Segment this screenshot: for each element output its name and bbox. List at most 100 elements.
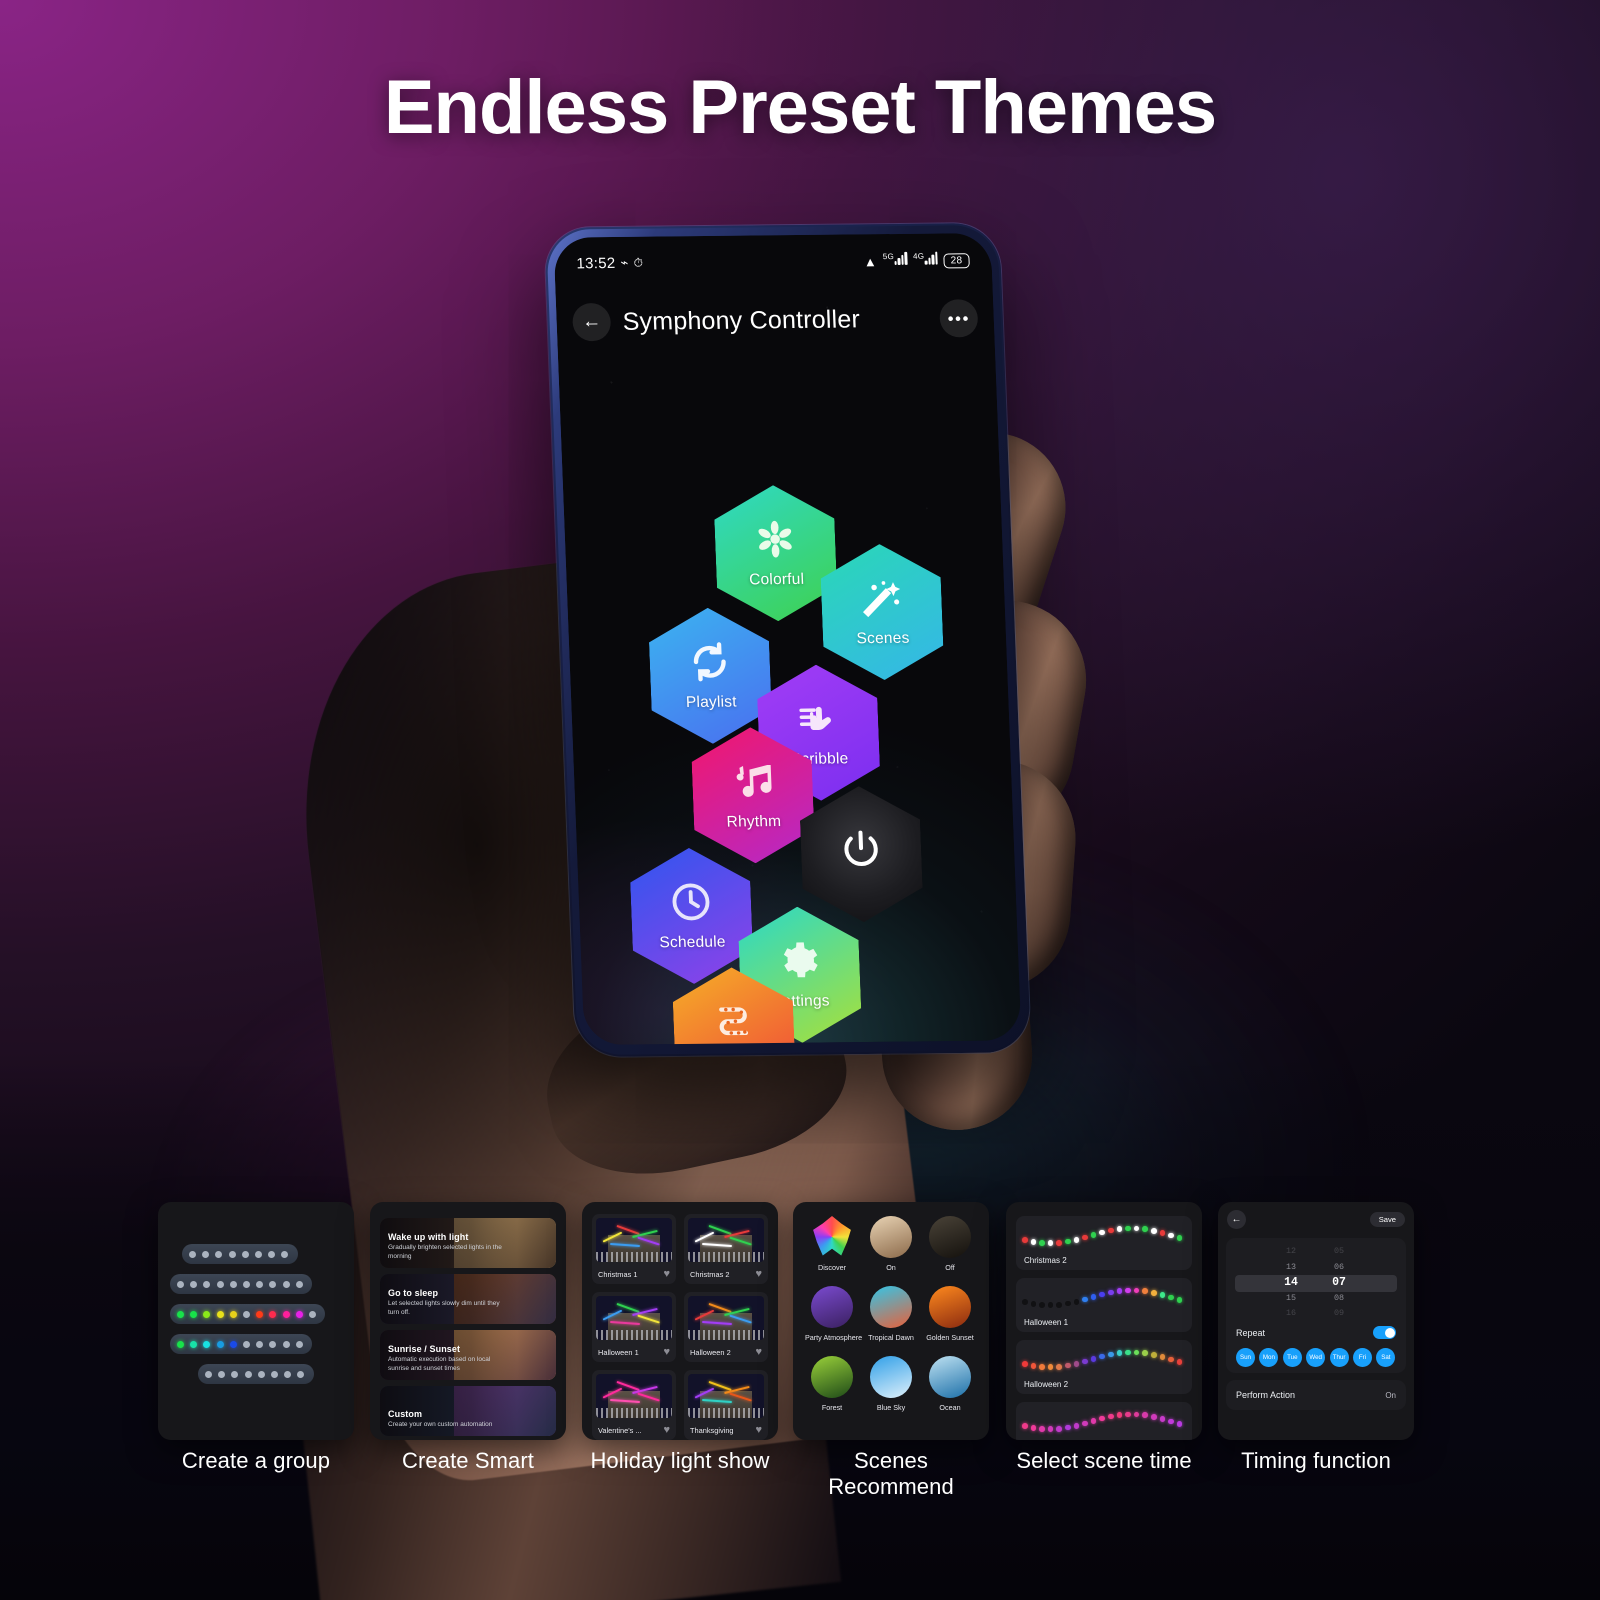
gallery-card-group[interactable] (158, 1202, 354, 1440)
hex-tile-playlist[interactable]: Playlist (648, 607, 773, 744)
picker-item[interactable]: 16 (1274, 1306, 1308, 1322)
led-strip-row[interactable] (170, 1274, 312, 1294)
hex-tile-power[interactable] (799, 786, 924, 923)
scene-item[interactable]: Golden Sunset (923, 1286, 977, 1342)
scene-item[interactable]: On (864, 1216, 918, 1272)
led-dot (1047, 1364, 1054, 1371)
hex-tile-scenes[interactable]: Scenes (819, 543, 944, 680)
picker-item[interactable]: 14 (1274, 1275, 1308, 1291)
heart-icon[interactable]: ♥ (663, 1268, 670, 1280)
led-dot (268, 1250, 276, 1258)
day-chip-wed[interactable]: Wed (1306, 1348, 1326, 1367)
more-options-icon[interactable]: ••• (939, 299, 979, 338)
page-title-appbar: Symphony Controller (622, 304, 861, 336)
hexagon-tile-grid: Colorful Scenes Playlist Scribble Rhythm Sche… (558, 353, 1022, 1045)
feature-gallery: Create a group Wake up with light Graduall… (0, 1180, 1600, 1600)
wifi-icon: ▲ (863, 253, 878, 269)
gallery-card-smart[interactable]: Wake up with light Gradually brighten sel… (370, 1202, 566, 1440)
smart-automation-row[interactable]: Go to sleep Let selected lights slowly di… (380, 1274, 556, 1324)
led-strip-row[interactable] (170, 1304, 326, 1324)
hex-tile-label: Rhythm (726, 813, 782, 831)
scene-item[interactable]: Party Atmosphere (805, 1286, 863, 1342)
led-dot (1039, 1364, 1045, 1370)
led-dot (1030, 1301, 1037, 1307)
led-dot (1065, 1238, 1071, 1245)
holiday-scene-tile[interactable]: Valentine's ... ♥ (592, 1370, 676, 1440)
gallery-card-holiday[interactable]: Christmas 1 ♥ Christmas 2 ♥ Halloween 1 ♥ Hall… (582, 1202, 778, 1440)
gear-icon (776, 939, 822, 993)
gallery-card-scenes[interactable]: Discover On Off Party Atmosphere Tropical Da… (793, 1202, 989, 1440)
app-bar: ← Symphony Controller ••• (555, 285, 995, 356)
day-chip-mon[interactable]: Mon (1259, 1348, 1279, 1367)
heart-icon[interactable]: ♥ (663, 1346, 670, 1358)
led-strip-row[interactable] (170, 1334, 312, 1354)
led-dot (1168, 1356, 1174, 1363)
led-strip-icon (711, 999, 757, 1045)
led-dot (1065, 1300, 1071, 1307)
led-dot (1056, 1426, 1062, 1432)
perform-action-row[interactable]: Perform Action On (1226, 1380, 1406, 1410)
led-dot (284, 1370, 292, 1378)
minute-picker-column[interactable]: 05 06 07 08 09 (1322, 1244, 1356, 1322)
holiday-scene-tile[interactable]: Christmas 2 ♥ (684, 1214, 768, 1284)
hex-tile-schedule[interactable]: Schedule (629, 847, 754, 984)
picker-item[interactable]: 08 (1322, 1291, 1356, 1307)
day-chip-thur[interactable]: Thur (1329, 1348, 1349, 1367)
scene-item[interactable]: Forest (805, 1356, 859, 1412)
scene-item[interactable]: Off (923, 1216, 977, 1272)
holiday-scene-tile[interactable]: Halloween 2 ♥ (684, 1292, 768, 1362)
picker-item[interactable]: 06 (1322, 1260, 1356, 1276)
smart-automation-row[interactable]: Sunrise / Sunset Automatic execution base… (380, 1330, 556, 1380)
save-button[interactable]: Save (1369, 1211, 1405, 1227)
led-dot (308, 1310, 316, 1318)
scene-time-row[interactable]: Halloween 1 (1016, 1278, 1192, 1332)
gallery-card-scenetime[interactable]: Christmas 2 Halloween 1 Halloween 2 (1006, 1202, 1202, 1440)
picker-item[interactable]: 05 (1322, 1244, 1356, 1260)
holiday-scene-tile[interactable]: Thanksgiving ♥ (684, 1370, 768, 1440)
scene-time-label: Halloween 2 (1024, 1380, 1069, 1389)
scene-item[interactable]: Ocean (923, 1356, 977, 1412)
day-chip-sat[interactable]: Sat (1376, 1348, 1396, 1367)
day-chip-sun[interactable]: Sun (1236, 1348, 1255, 1367)
hex-tile-label: Schedule (659, 933, 726, 952)
heart-icon[interactable]: ♥ (755, 1424, 762, 1436)
scene-item[interactable]: Blue Sky (864, 1356, 918, 1412)
picker-item[interactable]: 13 (1274, 1260, 1308, 1276)
scene-item[interactable]: Tropical Dawn (864, 1286, 918, 1342)
picker-item[interactable]: 15 (1274, 1291, 1308, 1307)
holiday-scene-tile[interactable]: Halloween 1 ♥ (592, 1292, 676, 1362)
led-strip-row[interactable] (182, 1244, 298, 1264)
picker-item[interactable]: 09 (1322, 1306, 1356, 1322)
repeat-toggle[interactable] (1373, 1326, 1396, 1339)
scene-time-row[interactable]: Christmas 2 (1016, 1216, 1192, 1270)
holiday-scene-tile[interactable]: Christmas 1 ♥ (592, 1214, 676, 1284)
led-dot (295, 1280, 303, 1288)
heart-icon[interactable]: ♥ (755, 1346, 762, 1358)
led-dot (1168, 1418, 1174, 1425)
scene-item[interactable]: Discover (805, 1216, 859, 1272)
heart-icon[interactable]: ♥ (663, 1424, 670, 1436)
smart-automation-row[interactable]: Wake up with light Gradually brighten sel… (380, 1218, 556, 1268)
led-dot (1133, 1411, 1140, 1418)
led-dot (216, 1340, 224, 1348)
picker-item[interactable]: 07 (1322, 1275, 1356, 1291)
picker-item[interactable]: 12 (1274, 1244, 1308, 1260)
led-dot (1039, 1240, 1045, 1246)
back-arrow-icon[interactable]: ← (571, 302, 612, 342)
day-chip-fri[interactable]: Fri (1353, 1348, 1372, 1367)
day-chip-tue[interactable]: Tue (1282, 1348, 1302, 1367)
scene-time-row[interactable] (1016, 1402, 1192, 1440)
heart-icon[interactable]: ♥ (755, 1268, 762, 1280)
led-strip-row[interactable] (198, 1364, 314, 1384)
hex-tile-label: Scenes (856, 629, 910, 648)
hex-tile-label: Colorful (748, 570, 805, 589)
hex-tile-colorful[interactable]: Colorful (713, 485, 838, 622)
time-picker[interactable]: 12 13 14 15 16 05 06 07 08 09 (1226, 1244, 1406, 1322)
scene-time-row[interactable]: Halloween 2 (1016, 1340, 1192, 1394)
back-arrow-icon[interactable]: ← (1227, 1209, 1246, 1229)
gallery-card-timing[interactable]: ← Save 12 13 14 15 16 05 06 07 08 09 Repeat Sun Mon Tue… (1218, 1202, 1414, 1440)
hour-picker-column[interactable]: 12 13 14 15 16 (1274, 1244, 1308, 1322)
scene-item-label: Party Atmosphere (805, 1333, 863, 1342)
smart-automation-row[interactable]: Custom Create your own custom automation (380, 1386, 556, 1436)
led-dot (1108, 1227, 1114, 1234)
